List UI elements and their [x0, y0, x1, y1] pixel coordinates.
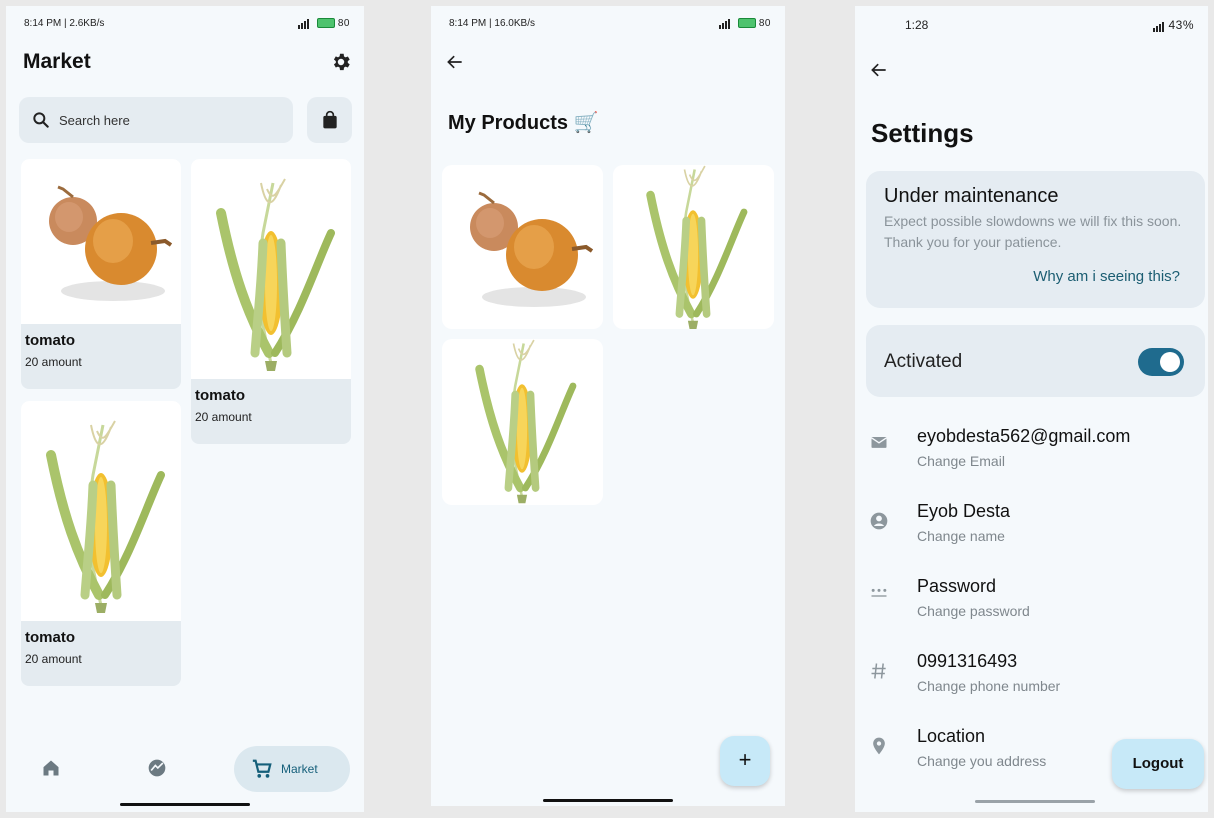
product-amount: 20 amount [25, 355, 82, 369]
nav-market[interactable]: Market [234, 746, 350, 792]
product-tile[interactable] [442, 165, 603, 329]
plus-icon: + [738, 747, 752, 772]
toggle-knob [1160, 352, 1180, 372]
back-arrow-icon [871, 63, 886, 77]
cart-icon [252, 759, 272, 778]
activated-toggle[interactable] [1138, 348, 1184, 376]
back-button[interactable] [445, 52, 465, 77]
settings-screen: 1:28 43% Settings Under maintenance Expe… [855, 6, 1208, 812]
product-tile[interactable] [613, 165, 774, 329]
scroll-indicator[interactable] [975, 800, 1095, 803]
nav-stats[interactable] [147, 758, 167, 783]
battery-icon [316, 18, 335, 29]
maintenance-card: Under maintenance Expect possible slowdo… [866, 171, 1205, 308]
phone-row[interactable]: 0991316493 Change phone number [855, 651, 1208, 711]
product-name: tomato [25, 629, 75, 646]
name-value: Eyob Desta [917, 501, 1011, 521]
add-product-button[interactable]: + [720, 736, 770, 786]
product-card[interactable]: tomato 20 amount [21, 159, 181, 389]
corn-image [618, 165, 768, 329]
home-indicator[interactable] [543, 799, 673, 802]
back-button[interactable] [869, 60, 889, 85]
status-bar: 8:14 PM | 2.6KB/s 80 [24, 16, 350, 34]
name-sub: Change name [917, 528, 1005, 544]
home-indicator[interactable] [120, 803, 250, 806]
market-screen: 8:14 PM | 2.6KB/s 80 Market Search here … [6, 6, 364, 812]
email-row[interactable]: eyobdesta562@gmail.com Change Email [855, 426, 1208, 486]
nav-market-label: Market [281, 762, 318, 776]
nav-home[interactable] [41, 758, 61, 783]
product-image [21, 401, 181, 621]
back-arrow-icon [447, 55, 462, 69]
battery-level: 80 [758, 18, 771, 29]
status-right: 80 [298, 18, 350, 29]
maintenance-description: Expect possible slowdowns we will fix th… [884, 213, 1182, 250]
status-left: 8:14 PM | 16.0KB/s [449, 18, 535, 29]
search-placeholder: Search here [59, 113, 130, 128]
hash-icon [871, 663, 886, 679]
password-value: Password [917, 576, 997, 596]
name-row[interactable]: Eyob Desta Change name [855, 501, 1208, 561]
status-left: 8:14 PM | 2.6KB/s [24, 18, 105, 29]
email-value: eyobdesta562@gmail.com [917, 426, 1131, 446]
phone-value: 0991316493 [917, 651, 1018, 671]
email-sub: Change Email [917, 453, 1005, 469]
product-amount: 20 amount [195, 410, 252, 424]
why-link[interactable]: Why am i seeing this? [1033, 268, 1180, 285]
password-icon [871, 588, 887, 597]
product-name: tomato [195, 387, 245, 404]
gear-icon [333, 53, 350, 71]
onion-image [21, 163, 181, 323]
page-title: Market [23, 50, 91, 73]
status-time: 1:28 [905, 18, 929, 32]
corn-image [447, 339, 597, 505]
page-title: My Products 🛒 [448, 112, 599, 134]
onion-image [442, 169, 602, 329]
battery-icon [737, 18, 756, 29]
signal-icon [1152, 18, 1165, 32]
status-bar: 8:14 PM | 16.0KB/s 80 [449, 16, 771, 34]
status-bar: 1:28 43% [905, 16, 1194, 34]
activated-row: Activated [866, 325, 1205, 397]
product-amount: 20 amount [25, 652, 82, 666]
maintenance-heading: Under maintenance [884, 185, 1059, 207]
product-tile[interactable] [442, 339, 603, 505]
location-value: Location [917, 726, 986, 746]
password-row[interactable]: Password Change password [855, 576, 1208, 636]
page-title: Settings [871, 118, 974, 148]
battery-level: 80 [337, 18, 350, 29]
my-products-screen: 8:14 PM | 16.0KB/s 80 My Products 🛒 + [431, 6, 785, 806]
location-sub: Change you address [917, 753, 1047, 769]
mail-icon [871, 437, 887, 448]
bottom-nav: Market [6, 722, 364, 812]
home-icon [43, 760, 59, 776]
product-image [191, 159, 351, 379]
product-name: tomato [25, 332, 75, 349]
phone-sub: Change phone number [917, 678, 1061, 694]
password-sub: Change password [917, 603, 1030, 619]
product-image [21, 159, 181, 324]
chart-icon [148, 759, 166, 777]
signal-icon [298, 18, 310, 29]
settings-button[interactable] [330, 51, 352, 73]
person-icon [870, 512, 888, 530]
logout-label: Logout [1132, 755, 1184, 772]
bag-button[interactable] [307, 97, 352, 143]
location-icon [873, 737, 885, 755]
search-input[interactable]: Search here [19, 97, 293, 143]
corn-image [21, 415, 181, 615]
battery-level: 43% [1168, 18, 1194, 32]
signal-icon [719, 18, 731, 29]
product-card[interactable]: tomato 20 amount [191, 159, 351, 444]
status-right: 43% [1152, 18, 1194, 32]
shopping-bag-icon [323, 110, 337, 129]
status-right: 80 [719, 18, 771, 29]
search-icon [33, 112, 49, 128]
product-card[interactable]: tomato 20 amount [21, 401, 181, 686]
logout-button[interactable]: Logout [1112, 739, 1204, 789]
activated-label: Activated [884, 351, 963, 372]
corn-image [191, 173, 351, 373]
